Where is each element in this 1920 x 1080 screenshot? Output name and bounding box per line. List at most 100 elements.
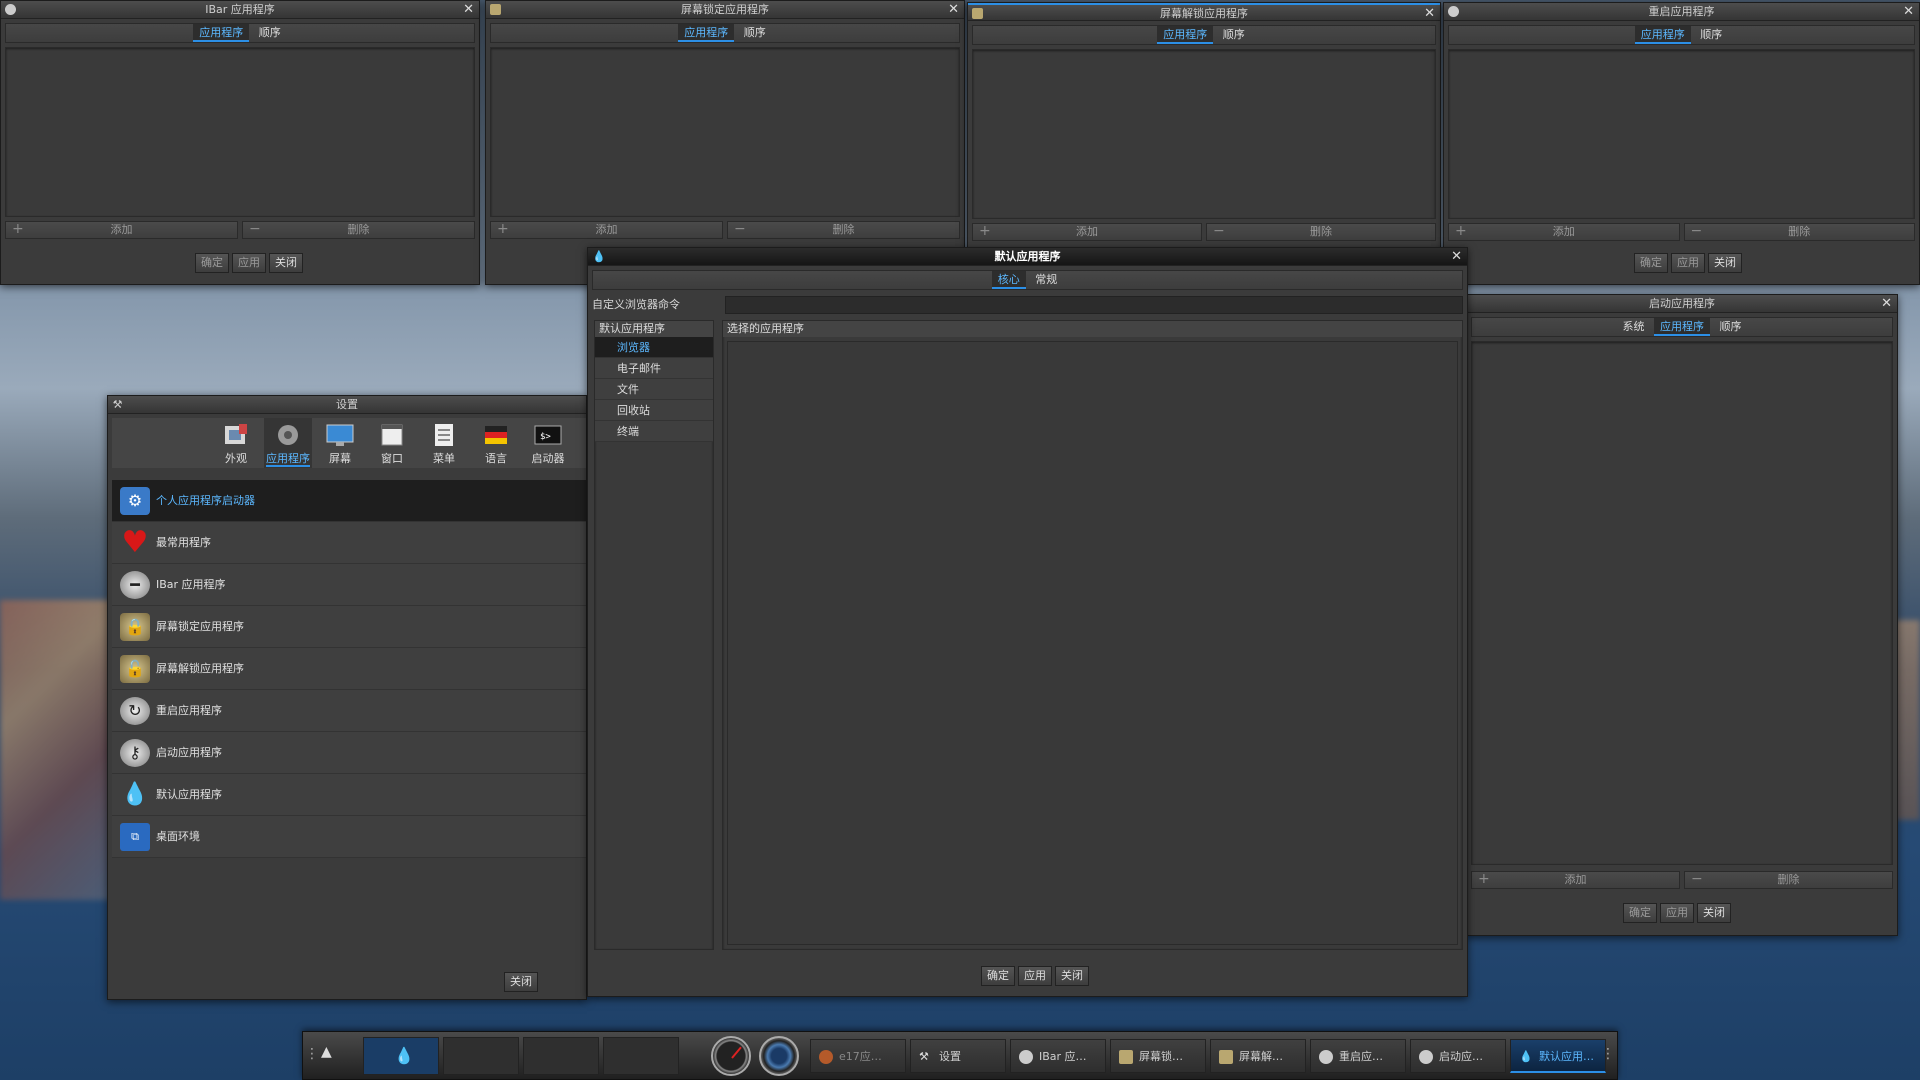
ibar-app-list[interactable] <box>5 47 475 217</box>
task-screenunlock[interactable]: 屏幕解… <box>1210 1039 1306 1073</box>
tree-item-file[interactable]: 文件 <box>595 379 713 400</box>
task-settings[interactable]: ⚒ 设置 <box>910 1039 1006 1073</box>
list-item-personal-launcher[interactable]: ⚙ 个人应用程序启动器 <box>112 480 586 522</box>
close-icon[interactable]: ✕ <box>1903 3 1914 21</box>
plus-icon: + <box>1478 871 1490 887</box>
remove-button[interactable]: − 删除 <box>727 221 960 239</box>
category-screen[interactable]: 屏幕 <box>316 418 364 468</box>
clock-icon[interactable] <box>711 1036 751 1076</box>
pager-desk-2[interactable] <box>443 1037 519 1075</box>
custom-browser-input[interactable] <box>725 296 1463 314</box>
settings-titlebar[interactable]: ⚒ 设置 <box>108 396 586 414</box>
tab-order[interactable]: 顺序 <box>738 24 772 42</box>
screenlock-app-list[interactable] <box>490 47 960 217</box>
task-screenlock[interactable]: 屏幕锁… <box>1110 1039 1206 1073</box>
screenunlock-app-list[interactable] <box>972 49 1436 219</box>
category-menu[interactable]: 菜单 <box>420 418 468 468</box>
close-button[interactable]: 关闭 <box>1055 966 1089 986</box>
tab-applications[interactable]: 应用程序 <box>193 24 250 42</box>
list-item-restart[interactable]: ↻ 重启应用程序 <box>112 690 586 732</box>
list-item-screenunlock[interactable]: 🔓 屏幕解锁应用程序 <box>112 648 586 690</box>
remove-button[interactable]: − 删除 <box>1683 223 1915 241</box>
apply-button[interactable]: 应用 <box>1018 966 1052 986</box>
add-button[interactable]: + 添加 <box>1471 871 1680 889</box>
tab-order[interactable]: 顺序 <box>1217 26 1251 44</box>
close-icon[interactable]: ✕ <box>1881 295 1892 313</box>
minus-icon: − <box>1691 871 1703 887</box>
tree-item-terminal[interactable]: 终端 <box>595 421 713 442</box>
restart-app-list[interactable] <box>1448 49 1915 219</box>
list-item-startup[interactable]: ⚷ 启动应用程序 <box>112 732 586 774</box>
screenlock-titlebar[interactable]: 屏幕锁定应用程序 ✕ <box>486 1 964 19</box>
startup-app-list[interactable] <box>1471 341 1893 865</box>
add-button[interactable]: + 添加 <box>972 223 1202 241</box>
tab-core[interactable]: 核心 <box>991 271 1026 289</box>
close-button[interactable]: 关闭 <box>1697 903 1731 923</box>
tab-general[interactable]: 常规 <box>1029 271 1063 289</box>
tree-item-email[interactable]: 电子邮件 <box>595 358 713 379</box>
pager-desk-4[interactable] <box>603 1037 679 1075</box>
ok-button[interactable]: 确定 <box>981 966 1015 986</box>
list-item-screenlock[interactable]: 🔒 屏幕锁定应用程序 <box>112 606 586 648</box>
tab-applications[interactable]: 应用程序 <box>1634 26 1691 44</box>
task-ibar[interactable]: IBar 应… <box>1010 1039 1106 1073</box>
tab-order[interactable]: 顺序 <box>1694 26 1728 44</box>
ok-button[interactable]: 确定 <box>195 253 229 273</box>
tab-applications[interactable]: 应用程序 <box>678 24 735 42</box>
pager-desk-3[interactable] <box>523 1037 599 1075</box>
add-button[interactable]: + 添加 <box>490 221 723 239</box>
remove-button[interactable]: − 删除 <box>1684 871 1893 889</box>
task-startup[interactable]: 启动应… <box>1410 1039 1506 1073</box>
close-button[interactable]: 关闭 <box>504 972 538 992</box>
startup-titlebar[interactable]: 启动应用程序 ✕ <box>1467 295 1897 313</box>
screenunlock-titlebar[interactable]: 屏幕解锁应用程序 ✕ <box>968 3 1440 21</box>
ok-button[interactable]: 确定 <box>1623 903 1657 923</box>
close-icon[interactable]: ✕ <box>463 1 474 19</box>
close-icon[interactable]: ✕ <box>1424 5 1435 23</box>
shelf-menu-up-button[interactable]: ▲ <box>321 1044 332 1060</box>
task-e17[interactable]: e17应… <box>810 1039 906 1073</box>
task-restart[interactable]: 重启应… <box>1310 1039 1406 1073</box>
remove-button[interactable]: − 删除 <box>1206 223 1436 241</box>
category-appearance[interactable]: 外观 <box>212 418 260 468</box>
pager-desk-1[interactable]: 💧 <box>363 1037 439 1075</box>
close-button[interactable]: 关闭 <box>269 253 303 273</box>
custom-browser-label: 自定义浏览器命令 <box>592 298 680 311</box>
add-button[interactable]: + 添加 <box>5 221 238 239</box>
ok-button[interactable]: 确定 <box>1634 253 1668 273</box>
restart-window: 重启应用程序 ✕ 应用程序 顺序 + 添加 − 删除 确定 应用 关闭 <box>1443 2 1920 285</box>
task-defaultapps[interactable]: 💧 默认应用… <box>1510 1039 1606 1073</box>
apply-button[interactable]: 应用 <box>232 253 266 273</box>
list-item-default-apps[interactable]: 💧 默认应用程序 <box>112 774 586 816</box>
category-applications[interactable]: 应用程序 <box>264 418 312 468</box>
close-icon[interactable]: ✕ <box>1451 248 1462 266</box>
remove-button[interactable]: − 删除 <box>242 221 475 239</box>
apply-button[interactable]: 应用 <box>1660 903 1694 923</box>
tab-system[interactable]: 系统 <box>1617 318 1651 336</box>
tab-applications[interactable]: 应用程序 <box>1654 318 1710 336</box>
shelf-handle-right[interactable]: ⋮ <box>1601 1046 1615 1062</box>
tab-order[interactable]: 顺序 <box>253 24 287 42</box>
ibar-titlebar[interactable]: IBar 应用程序 ✕ <box>1 1 479 19</box>
list-item-favorites[interactable]: ♥ 最常用程序 <box>112 522 586 564</box>
list-item-ibar[interactable]: ━ IBar 应用程序 <box>112 564 586 606</box>
close-icon[interactable]: ✕ <box>948 1 959 19</box>
speaker-icon[interactable] <box>759 1036 799 1076</box>
add-button[interactable]: + 添加 <box>1448 223 1680 241</box>
shelf-handle-left[interactable]: ⋮ <box>305 1046 319 1062</box>
category-launcher[interactable]: $> 启动器 <box>524 418 572 468</box>
tree-item-trash[interactable]: 回收站 <box>595 400 713 421</box>
restart-titlebar[interactable]: 重启应用程序 ✕ <box>1444 3 1919 21</box>
list-item-desktop-env[interactable]: ⧉ 桌面环境 <box>112 816 586 858</box>
close-button[interactable]: 关闭 <box>1708 253 1742 273</box>
restart-tabs: 应用程序 顺序 <box>1448 25 1915 45</box>
tab-applications[interactable]: 应用程序 <box>1157 26 1214 44</box>
category-language[interactable]: 语言 <box>472 418 520 468</box>
tree-item-browser[interactable]: 浏览器 <box>595 337 713 358</box>
apply-button[interactable]: 应用 <box>1671 253 1705 273</box>
defaultapps-titlebar[interactable]: 💧 默认应用程序 ✕ <box>588 248 1467 266</box>
tab-order[interactable]: 顺序 <box>1714 318 1748 336</box>
custom-browser-row: 自定义浏览器命令 <box>592 296 1463 314</box>
category-window[interactable]: 窗口 <box>368 418 416 468</box>
selected-apps-list[interactable] <box>727 341 1458 945</box>
